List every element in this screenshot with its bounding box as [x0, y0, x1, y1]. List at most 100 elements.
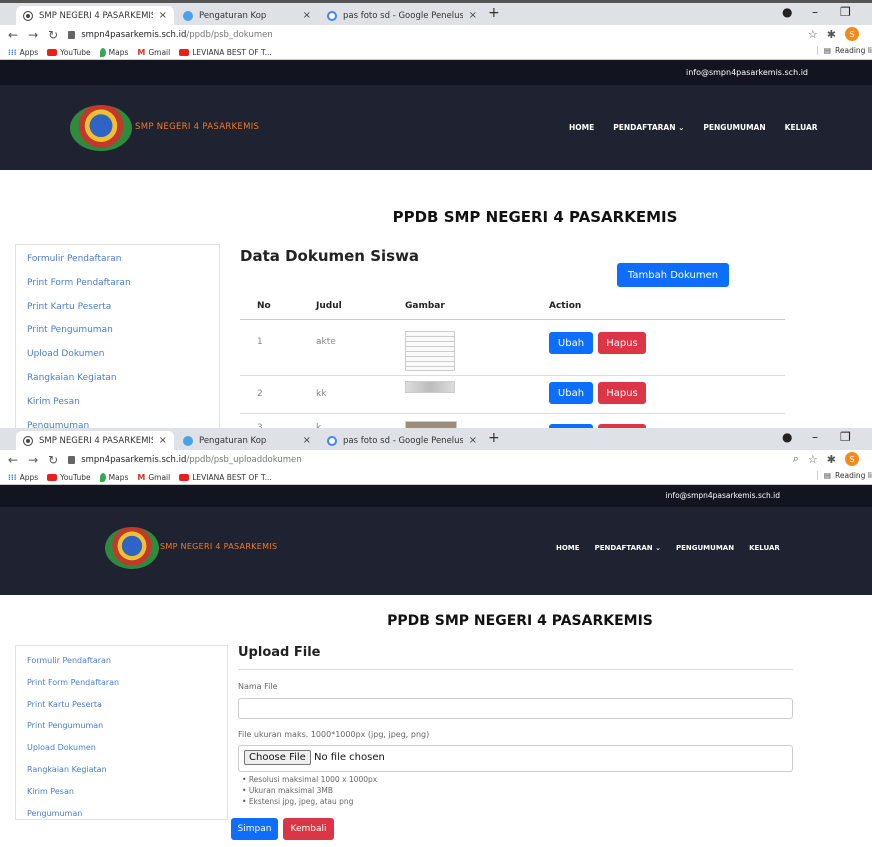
sidebar-menu: Formulir Pendaftaran Print Form Pendafta…	[15, 244, 220, 428]
sidebar-item-upload[interactable]: Upload Dokumen	[16, 737, 227, 759]
nav-keluar[interactable]: KELUAR	[749, 544, 780, 552]
edit-button[interactable]: Ubah	[549, 332, 593, 354]
add-document-button[interactable]: Tambah Dokumen	[617, 263, 729, 287]
lock-icon	[68, 456, 76, 464]
bookmark-maps[interactable]: Maps	[99, 47, 128, 57]
dokumen-title: Data Dokumen Siswa	[240, 247, 420, 265]
nav-pendaftaran[interactable]: PENDAFTARAN ⌄	[613, 123, 684, 132]
sidebar-item-print-pengumuman[interactable]: Print Pengumuman	[16, 715, 227, 737]
close-tab-icon[interactable]: ×	[159, 10, 167, 21]
close-tab-icon[interactable]: ×	[159, 435, 167, 446]
restore-button[interactable]: ❐	[840, 5, 851, 19]
bookmark-apps[interactable]: ⁝⁝⁝ Apps	[8, 48, 38, 57]
url-field[interactable]: smpn4pasarkemis.sch.id/ppdb/psb_uploaddo…	[68, 455, 302, 465]
bookmark-youtube[interactable]: YouTube	[47, 473, 91, 482]
reload-icon[interactable]: ↻	[48, 453, 58, 467]
reload-icon[interactable]: ↻	[48, 28, 58, 42]
site-favicon-icon	[23, 10, 33, 21]
tab-smp-negeri[interactable]: SMP NEGERI 4 PASARKEMIS ×	[16, 431, 174, 450]
nav-pengumuman[interactable]: PENGUMUMAN	[703, 123, 765, 132]
screenshot-upload: SMP NEGERI 4 PASARKEMIS × Pengaturan Kop…	[0, 428, 872, 847]
restore-button[interactable]: ❐	[840, 430, 851, 444]
star-icon[interactable]: ☆	[808, 28, 818, 41]
school-brand-link[interactable]: SMP NEGERI 4 PASARKEMIS	[160, 542, 277, 551]
sidebar-item-print-form[interactable]: Print Form Pendaftaran	[16, 272, 219, 296]
bookmark-leviana[interactable]: LEVIANA BEST OF T...	[179, 48, 272, 57]
apps-grid-icon: ⁝⁝⁝	[8, 472, 17, 482]
nav-pendaftaran[interactable]: PENDAFTARAN ⌄	[595, 544, 661, 552]
sidebar-item-kirim-pesan[interactable]: Kirim Pesan	[16, 391, 219, 415]
contact-email: info@smpn4pasarkemis.sch.id	[685, 68, 808, 77]
bookmark-leviana[interactable]: LEVIANA BEST OF T...	[179, 473, 272, 482]
sidebar-item-kegiatan[interactable]: Rangkaian Kegiatan	[16, 367, 219, 391]
back-button[interactable]: Kembali	[283, 818, 334, 840]
bookmark-gmail[interactable]: M Gmail	[137, 48, 170, 57]
profile-avatar-icon[interactable]: S	[845, 452, 859, 466]
edit-button[interactable]: Ubah	[549, 382, 593, 404]
close-tab-icon[interactable]: ×	[303, 10, 311, 21]
close-tab-icon[interactable]: ×	[469, 435, 477, 446]
save-button[interactable]: Simpan	[231, 818, 278, 840]
new-tab-button[interactable]: +	[488, 430, 500, 446]
top-email-bar: info@smpn4pasarkemis.sch.id	[0, 485, 872, 507]
sidebar-item-kirim-pesan[interactable]: Kirim Pesan	[16, 781, 227, 803]
tab-smp-negeri[interactable]: SMP NEGERI 4 PASARKEMIS ×	[16, 6, 174, 25]
nav-keluar[interactable]: KELUAR	[785, 123, 818, 132]
close-tab-icon[interactable]: ×	[303, 435, 311, 446]
sidebar-item-pengumuman[interactable]: Pengumuman	[16, 803, 227, 825]
file-name-input[interactable]	[238, 698, 793, 719]
col-action: Action	[549, 301, 582, 311]
maps-pin-icon	[99, 472, 106, 482]
nav-pengumuman[interactable]: PENGUMUMAN	[676, 544, 734, 552]
bookmark-maps[interactable]: Maps	[99, 472, 128, 482]
sidebar-item-formulir[interactable]: Formulir Pendaftaran	[16, 248, 219, 272]
delete-button[interactable]: Hapus	[598, 382, 646, 404]
nav-home[interactable]: HOME	[569, 123, 594, 132]
reading-list-button[interactable]: ▤ Reading li	[816, 46, 872, 55]
sidebar-item-print-pengumuman[interactable]: Print Pengumuman	[16, 319, 219, 343]
extensions-icon[interactable]: ✱	[827, 453, 836, 466]
sidebar-item-kegiatan[interactable]: Rangkaian Kegiatan	[16, 759, 227, 781]
sidebar-item-pengumuman[interactable]: Pengumuman	[16, 415, 219, 428]
tab-pengaturan-kop[interactable]: Pengaturan Kop ×	[176, 431, 318, 450]
forward-arrow-icon[interactable]: →	[28, 453, 38, 467]
site-header: SMP NEGERI 4 PASARKEMIS HOME PENDAFTARAN…	[0, 507, 872, 595]
reading-list-button[interactable]: ▤ Reading li	[816, 471, 872, 480]
minimize-button[interactable]: –	[812, 5, 818, 19]
extensions-icon[interactable]: ✱	[827, 28, 836, 41]
sidebar-item-upload[interactable]: Upload Dokumen	[16, 343, 219, 367]
bookmark-gmail[interactable]: M Gmail	[137, 473, 170, 482]
minimize-button[interactable]: –	[812, 430, 818, 444]
nav-home[interactable]: HOME	[556, 544, 580, 552]
sidebar-item-formulir[interactable]: Formulir Pendaftaran	[16, 650, 227, 672]
bookmarks-bar: ⁝⁝⁝ Apps YouTube Maps M Gmail LEVIANA BEST…	[0, 45, 872, 60]
tab-google-search[interactable]: pas foto sd - Google Penelusuran ×	[320, 6, 484, 25]
tab-pengaturan-kop[interactable]: Pengaturan Kop ×	[176, 6, 318, 25]
sidebar-item-print-kartu[interactable]: Print Kartu Peserta	[16, 694, 227, 716]
school-brand-link[interactable]: SMP NEGERI 4 PASARKEMIS	[135, 122, 259, 132]
record-indicator-icon: ●	[782, 430, 793, 444]
star-icon[interactable]: ☆	[808, 453, 818, 466]
profile-avatar-icon[interactable]: S	[845, 27, 859, 41]
sidebar-item-print-kartu[interactable]: Print Kartu Peserta	[16, 296, 219, 320]
tab-bar: SMP NEGERI 4 PASARKEMIS × Pengaturan Kop…	[0, 428, 872, 450]
document-thumbnail[interactable]	[405, 421, 457, 428]
forward-arrow-icon[interactable]: →	[28, 28, 38, 42]
delete-button[interactable]: Hapus	[598, 332, 646, 354]
maps-pin-icon	[99, 47, 106, 57]
choose-file-button[interactable]: Choose File	[244, 750, 311, 765]
back-arrow-icon[interactable]: ←	[8, 453, 18, 467]
no-file-text: No file chosen	[314, 752, 385, 763]
google-favicon-icon	[327, 435, 337, 446]
back-arrow-icon[interactable]: ←	[8, 28, 18, 42]
tab-google-search[interactable]: pas foto sd - Google Penelusuran ×	[320, 431, 484, 450]
url-field[interactable]: smpn4pasarkemis.sch.id/ppdb/psb_dokumen	[68, 30, 273, 40]
new-tab-button[interactable]: +	[488, 5, 500, 21]
close-tab-icon[interactable]: ×	[469, 10, 477, 21]
zoom-icon[interactable]: ⌕	[793, 452, 799, 466]
document-thumbnail[interactable]	[405, 331, 455, 371]
document-thumbnail[interactable]	[405, 381, 455, 393]
bookmark-youtube[interactable]: YouTube	[47, 48, 91, 57]
sidebar-item-print-form[interactable]: Print Form Pendaftaran	[16, 672, 227, 694]
bookmark-apps[interactable]: ⁝⁝⁝ Apps	[8, 473, 38, 482]
